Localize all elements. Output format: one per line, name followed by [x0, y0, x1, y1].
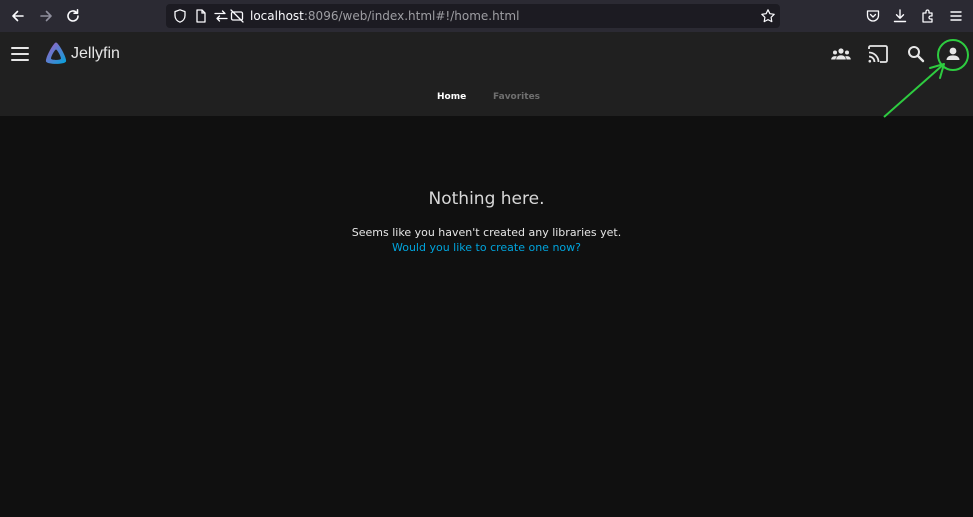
downloads-icon[interactable] [892, 8, 908, 24]
reload-icon[interactable] [63, 6, 83, 26]
url-text[interactable]: localhost:8096/web/index.html#!/home.htm… [250, 8, 519, 24]
menu-icon[interactable] [10, 45, 30, 63]
jellyfin-logo[interactable] [44, 41, 68, 67]
tracking-protection-icon[interactable] [229, 8, 245, 24]
screen: localhost:8096/web/index.html#!/home.htm… [0, 0, 973, 517]
search-icon[interactable] [904, 42, 928, 66]
browser-toolbar: localhost:8096/web/index.html#!/home.htm… [0, 0, 973, 32]
url-bar[interactable]: localhost:8096/web/index.html#!/home.htm… [166, 4, 780, 28]
app-header: Jellyfin Home Favorites [0, 32, 973, 116]
shield-icon[interactable] [172, 8, 188, 24]
menu-icon[interactable] [948, 8, 964, 24]
permissions-icon[interactable] [213, 8, 229, 24]
forward-icon[interactable] [36, 6, 56, 26]
empty-state-message: Seems like you haven't created any libra… [351, 226, 622, 239]
cast-icon[interactable] [866, 42, 890, 66]
create-library-link[interactable]: Would you like to create one now? [0, 240, 973, 255]
tab-home[interactable]: Home [437, 90, 466, 104]
empty-state-title: Nothing here. [428, 189, 545, 209]
url-path: :8096/web/index.html#!/home.html [303, 9, 520, 23]
extensions-icon[interactable] [920, 8, 936, 24]
sync-play-icon[interactable] [829, 42, 853, 66]
header-tabs: Home Favorites [0, 90, 973, 106]
url-host: localhost [250, 9, 304, 23]
app-name: Jellyfin [71, 45, 120, 62]
tab-favorites[interactable]: Favorites [493, 90, 540, 104]
user-icon[interactable] [941, 42, 965, 66]
page-icon[interactable] [193, 8, 209, 24]
bookmark-star-icon[interactable] [760, 8, 776, 24]
pocket-icon[interactable] [865, 8, 881, 24]
main-content: Nothing here. Seems like you haven't cre… [0, 116, 973, 517]
back-icon[interactable] [8, 6, 28, 26]
